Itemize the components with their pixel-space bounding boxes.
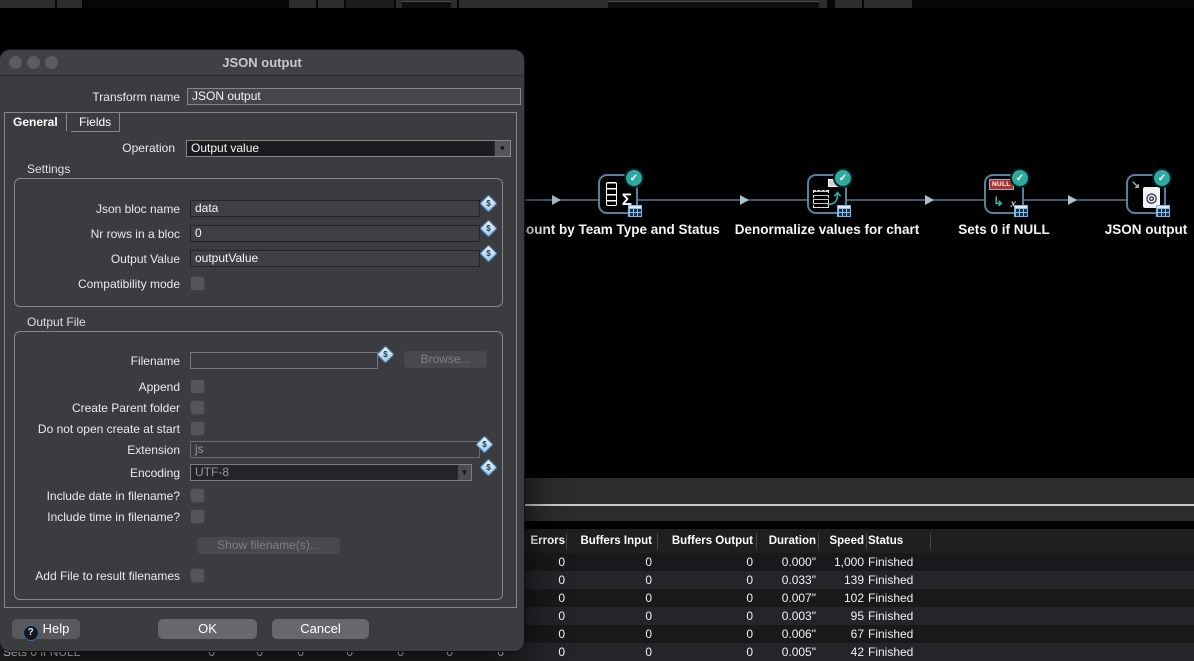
cell-status: Finished [868, 589, 988, 607]
main-toolbar-sliver [0, 0, 1194, 8]
cell-status: Finished [868, 607, 988, 625]
browse-button[interactable]: Browse... [404, 351, 487, 368]
include-date-label: Include date in filename? [0, 489, 185, 504]
table-badge-icon [628, 205, 642, 217]
cell-duration: 0.005" [726, 643, 816, 661]
create-parent-label: Create Parent folder [0, 401, 185, 416]
output-value-input[interactable]: outputValue [190, 250, 480, 267]
column-glyph-icon [606, 182, 617, 206]
json-output-icon[interactable]: ↘ ◎ ✓ [1126, 174, 1166, 214]
cell-duration: 0.006" [726, 625, 816, 643]
help-button-label: Help [43, 621, 70, 636]
tab-fields[interactable]: Fields [71, 113, 120, 132]
cancel-button[interactable]: Cancel [272, 619, 369, 639]
nr-rows-input[interactable]: 0 [190, 225, 480, 242]
append-label: Append [0, 380, 185, 395]
include-time-label: Include time in filename? [0, 510, 185, 525]
add-file-label: Add File to result filenames [0, 569, 185, 584]
step-count-by-team-type[interactable]: Σ ✓ Count by Team Type and Status [498, 174, 738, 237]
cell-speed: 1,000 [806, 553, 864, 571]
cell-status: Finished [868, 571, 988, 589]
check-badge-icon: ✓ [833, 168, 853, 188]
table-badge-icon [837, 205, 851, 217]
include-time-checkbox[interactable] [190, 509, 205, 524]
if-null-icon[interactable]: NULL ↳ x ✓ [984, 174, 1024, 214]
filename-label: Filename [0, 354, 185, 369]
check-badge-icon: ✓ [624, 168, 644, 188]
cell-speed: 67 [806, 625, 864, 643]
help-button[interactable]: ? Help [12, 619, 80, 639]
cell-status: Finished [868, 553, 988, 571]
append-checkbox[interactable] [190, 379, 205, 394]
chevron-down-icon[interactable]: ▼ [494, 141, 510, 156]
transform-name-label: Transform name [0, 90, 185, 105]
table-badge-icon [1156, 205, 1170, 217]
transform-name-input[interactable]: JSON output [187, 88, 521, 105]
encoding-value: UTF-8 [195, 465, 229, 479]
dialog-titlebar[interactable]: JSON output [0, 50, 524, 76]
output-file-group-label: Output File [27, 316, 86, 329]
encoding-combo[interactable]: UTF-8 ▼ [190, 464, 472, 481]
cell-buffers-input: 0 [562, 643, 652, 661]
col-header-speed[interactable]: Speed [806, 529, 864, 553]
compatibility-label: Compatibility mode [0, 277, 185, 292]
cell-duration: 0.000" [726, 553, 816, 571]
output-value-label: Output Value [0, 252, 185, 267]
cell-buffers-input: 0 [562, 589, 652, 607]
check-badge-icon: ✓ [1152, 168, 1172, 188]
compatibility-checkbox[interactable] [190, 276, 205, 291]
col-header-duration[interactable]: Duration [726, 529, 816, 553]
json-output-dialog: JSON output Transform name JSON output G… [0, 50, 524, 651]
step-json-output[interactable]: ↘ ◎ ✓ JSON output [1026, 174, 1194, 237]
col-header-buffers-input[interactable]: Buffers Input [562, 529, 652, 553]
return-arrow-icon: ↳ [993, 194, 1004, 210]
dialog-title: JSON output [0, 50, 524, 75]
col-header-status[interactable]: Status [868, 529, 988, 553]
do-not-open-checkbox[interactable] [190, 421, 205, 436]
include-date-checkbox[interactable] [190, 488, 205, 503]
settings-group-label: Settings [27, 163, 70, 176]
cell-duration: 0.003" [726, 607, 816, 625]
cell-buffers-input: 0 [562, 553, 652, 571]
in-arrow-icon: ↘ [1131, 178, 1140, 191]
step-label: JSON output [1105, 222, 1188, 237]
row-denormaliser-icon[interactable]: ⤴ ✓ [807, 174, 847, 214]
cell-duration: 0.033" [726, 571, 816, 589]
operation-combo[interactable]: Output value ▼ [186, 140, 511, 157]
cell-duration: 0.007" [726, 589, 816, 607]
group-by-icon[interactable]: Σ ✓ [598, 174, 638, 214]
cell-status: Finished [868, 643, 988, 661]
cell-speed: 139 [806, 571, 864, 589]
extension-input[interactable]: js [190, 441, 480, 458]
ok-button[interactable]: OK [158, 619, 257, 639]
extension-label: Extension [0, 443, 185, 458]
cell-speed: 95 [806, 607, 864, 625]
cell-buffers-input: 0 [562, 571, 652, 589]
cell-buffers-input: 0 [562, 625, 652, 643]
operation-label: Operation [0, 141, 180, 156]
help-icon: ? [23, 625, 39, 641]
json-bloc-name-label: Json bloc name [0, 202, 185, 217]
cell-speed: 42 [806, 643, 864, 661]
operation-value: Output value [191, 141, 259, 155]
nr-rows-label: Nr rows in a bloc [0, 227, 185, 242]
create-parent-checkbox[interactable] [190, 400, 205, 415]
do-not-open-label: Do not open create at start [0, 422, 185, 437]
add-file-checkbox[interactable] [190, 568, 205, 583]
step-label: Count by Team Type and Status [516, 222, 720, 237]
show-filenames-button[interactable]: Show filename(s)... [197, 537, 340, 554]
cell-speed: 102 [806, 589, 864, 607]
cell-status: Finished [868, 625, 988, 643]
tab-general[interactable]: General [5, 113, 67, 131]
json-bloc-name-input[interactable]: data [190, 200, 480, 217]
cell-buffers-input: 0 [562, 607, 652, 625]
filename-input[interactable] [190, 352, 378, 369]
encoding-label: Encoding [0, 466, 185, 481]
chevron-down-icon[interactable]: ▼ [457, 465, 471, 480]
